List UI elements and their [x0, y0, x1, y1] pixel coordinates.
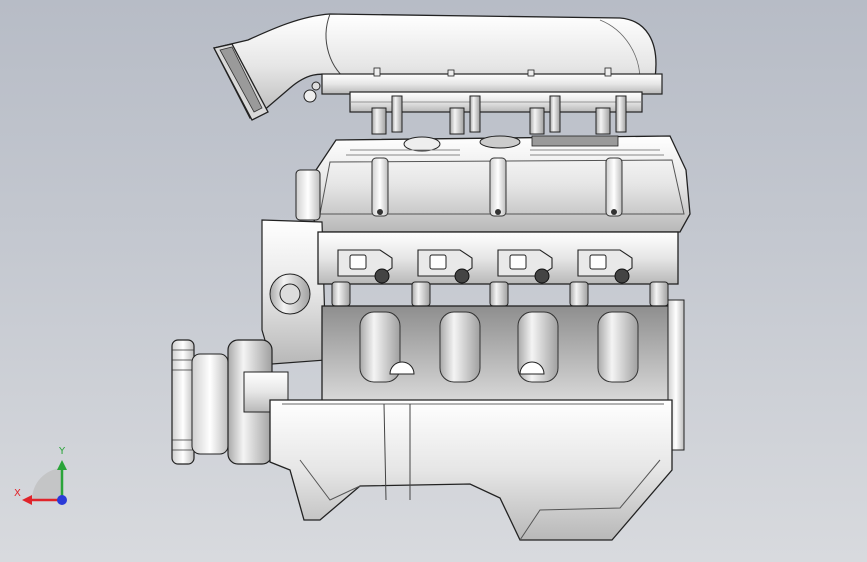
orientation-triad[interactable]: Y X: [12, 438, 82, 508]
fuel-rail: [321, 67, 663, 135]
timing-cover: [261, 169, 327, 365]
y-axis-label: Y: [58, 446, 66, 457]
cylinder-head: [317, 231, 679, 307]
cad-viewport[interactable]: Y X: [0, 0, 867, 562]
x-arrow-icon: [22, 495, 32, 505]
z-axis-dot: [57, 495, 67, 505]
oil-pan: [269, 399, 673, 541]
y-arrow-icon: [57, 460, 67, 470]
valve-cover: [311, 135, 691, 233]
engine-model[interactable]: [0, 0, 867, 562]
triad-plane: [31, 468, 62, 500]
x-axis-label: X: [14, 488, 21, 499]
